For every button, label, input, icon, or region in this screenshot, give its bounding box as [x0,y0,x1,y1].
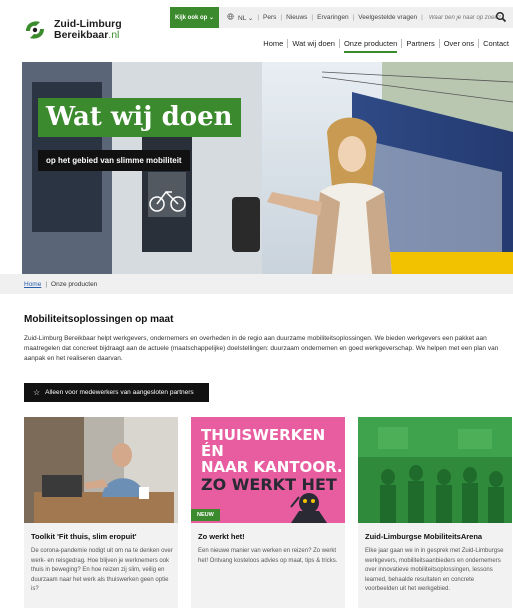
new-badge: NEUW [191,509,220,521]
card-mobiliteitsarena[interactable]: Zuid-Limburgse MobiliteitsArena Elke jaa… [358,417,512,608]
card-title[interactable]: Toolkit 'Fit thuis, slim eropuit' [31,532,137,541]
hero-banner: Wat wij doen op het gebied van slimme mo… [22,62,513,274]
card-title[interactable]: Zuid-Limburgse MobiliteitsArena [365,532,482,541]
topbar-link-faq[interactable]: Veelgestelde vragen [358,14,417,21]
hero-subtitle: op het gebied van slimme mobiliteit [38,150,190,171]
site-header: Zuid-Limburg Bereikbaar.nl Kijk ook op ⌄… [0,0,513,62]
card-image-toolkit [24,417,178,523]
breadcrumb-separator: | [45,280,48,288]
breadcrumb: Home | Onze producten [0,274,513,294]
partner-login-button[interactable]: ☆ Alleen voor medewerkers van aangeslote… [24,383,209,402]
search-icon[interactable] [495,11,507,23]
topbar-link-ervaringen[interactable]: Ervaringen [317,14,348,21]
card-image-text: THUISWERKEN ÉN NAAR KANTOOR. ZO WERKT HE… [201,426,343,494]
breadcrumb-home-link[interactable]: Home [24,281,41,288]
nav-item-contact[interactable]: Contact [479,39,513,48]
search-input[interactable] [428,11,505,24]
card-description: Elke jaar gaan we in in gesprek met Zuid… [365,548,504,592]
card-toolkit[interactable]: Toolkit 'Fit thuis, slim eropuit' De cor… [24,417,178,608]
breadcrumb-current: Onze producten [51,280,98,288]
nav-item-onze-producten[interactable]: Onze producten [340,39,401,53]
card-zo-werkt-het[interactable]: THUISWERKEN ÉN NAAR KANTOOR. ZO WERKT HE… [191,417,345,608]
globe-icon [227,13,234,22]
star-icon: ☆ [33,388,41,397]
logo-icon [22,17,48,43]
kijk-ook-op-button[interactable]: Kijk ook op ⌄ [170,7,219,28]
site-logo[interactable]: Zuid-Limburg Bereikbaar.nl [22,17,122,43]
logo-name-line2: Bereikbaar.nl [54,29,120,41]
partner-button-label: Alleen voor medewerkers van aangesloten … [45,389,194,396]
nav-item-partners[interactable]: Partners [402,39,438,48]
main-navigation: Home Wat wij doen Onze producten Partner… [259,39,513,53]
hero-title: Wat wij doen [38,98,241,137]
topbar-link-nieuws[interactable]: Nieuws [286,14,307,21]
topbar-link-pers[interactable]: Pers [263,14,276,21]
page-title: Mobiliteitsoplossingen op maat [24,314,174,325]
intro-text: Zuid-Limburg Bereikbaar helpt werkgevers… [24,335,499,362]
card-description: Een nieuwe manier van werken en reizen? … [198,548,338,564]
utility-bar: Kijk ook op ⌄ NL ⌄ | Pers | Nieuws | Erv… [170,7,513,28]
nav-item-wat-wij-doen[interactable]: Wat wij doen [288,39,339,48]
nav-item-over-ons[interactable]: Over ons [440,39,478,48]
card-title[interactable]: Zo werkt het! [198,532,245,541]
card-image-zo-werkt-het: THUISWERKEN ÉN NAAR KANTOOR. ZO WERKT HE… [191,417,345,523]
card-description: De corona-pandemie nodigt uit om na te d… [31,548,173,592]
language-select[interactable]: NL ⌄ [238,14,253,22]
nav-item-home[interactable]: Home [259,39,287,48]
card-image-mobiliteitsarena [358,417,512,523]
